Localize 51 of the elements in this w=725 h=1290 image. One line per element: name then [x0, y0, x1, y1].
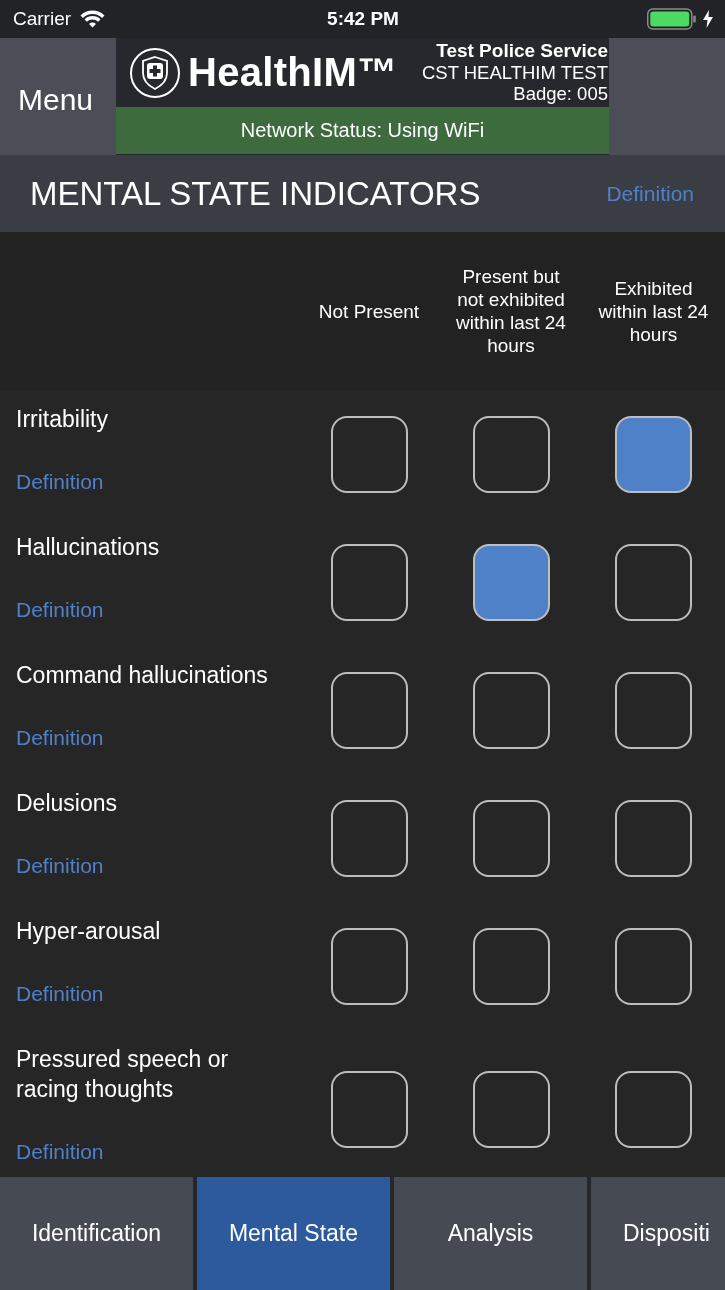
- definition-link[interactable]: Definition: [16, 980, 104, 1008]
- checkbox[interactable]: [330, 671, 408, 749]
- checkbox[interactable]: [330, 927, 408, 1005]
- status-time: 5:42 PM: [327, 8, 399, 30]
- section-title: MENTAL STATE INDICATORS: [30, 174, 481, 213]
- definition-link[interactable]: Definition: [16, 468, 104, 496]
- menu-button[interactable]: Menu: [0, 38, 116, 155]
- checkbox[interactable]: [615, 671, 692, 749]
- agency-name: Test Police Service: [436, 40, 608, 62]
- checkbox[interactable]: [472, 1070, 550, 1148]
- wifi-icon: [80, 10, 106, 28]
- definition-link[interactable]: Definition: [16, 724, 104, 752]
- definition-link[interactable]: Definition: [16, 852, 104, 880]
- indicator-label: Hallucinations: [16, 533, 161, 562]
- checkbox[interactable]: [330, 1070, 408, 1148]
- checkbox[interactable]: [472, 415, 550, 493]
- checkbox[interactable]: [330, 799, 408, 877]
- indicator-label: Irritability: [16, 405, 109, 434]
- network-status-bar: Network Status: Using WiFi: [116, 107, 609, 154]
- tab[interactable]: Mental State: [197, 1177, 390, 1290]
- indicator-label: Hyper-arousal: [16, 917, 162, 946]
- checkbox[interactable]: [615, 543, 692, 621]
- battery-icon: [647, 8, 696, 30]
- checkbox[interactable]: [330, 415, 408, 493]
- column-heading: Present but not exhibited within last 24 hours: [455, 265, 567, 357]
- checkbox[interactable]: [472, 927, 550, 1005]
- indicator-label: Command hallucinations: [16, 661, 269, 690]
- charging-bolt-icon: [703, 10, 713, 28]
- logo-text: HealthIM™: [188, 50, 398, 95]
- checkbox[interactable]: [615, 799, 692, 877]
- checkbox[interactable]: [615, 415, 692, 493]
- definition-link[interactable]: Definition: [16, 596, 104, 624]
- indicator-label: Pressured speech or racing thoughts: [16, 1045, 230, 1104]
- checkbox[interactable]: [615, 1070, 692, 1148]
- column-heading: Exhibited within last 24 hours: [597, 276, 710, 346]
- checkbox[interactable]: [330, 543, 408, 621]
- tab[interactable]: Identification: [0, 1177, 193, 1290]
- tab[interactable]: Dispositi: [591, 1177, 725, 1290]
- indicator-label: Delusions: [16, 789, 118, 818]
- tab[interactable]: Analysis: [394, 1177, 587, 1290]
- badge-number: Badge: 005: [513, 83, 608, 105]
- definition-link[interactable]: Definition: [16, 1138, 104, 1166]
- unit-name: CST HEALTHIM TEST: [421, 61, 608, 84]
- shield-cross-logo-icon: [130, 47, 180, 98]
- checkbox[interactable]: [472, 543, 550, 621]
- definition-link[interactable]: Definition: [606, 179, 694, 208]
- checkbox[interactable]: [472, 671, 550, 749]
- column-heading: Not Present: [318, 299, 420, 323]
- checkbox[interactable]: [472, 799, 550, 877]
- checkbox[interactable]: [615, 927, 692, 1005]
- carrier-name: Carrier: [13, 8, 72, 30]
